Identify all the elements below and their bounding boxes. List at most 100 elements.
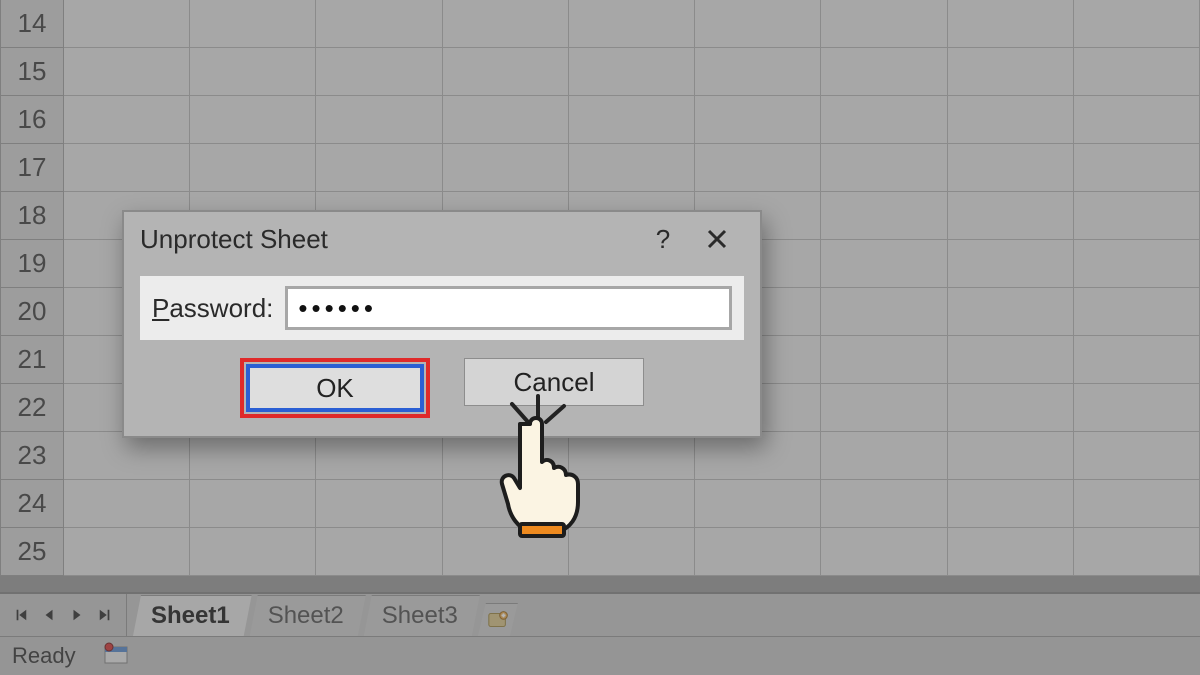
cell[interactable] — [316, 480, 442, 528]
cell[interactable] — [190, 144, 316, 192]
macro-record-icon[interactable] — [102, 641, 130, 671]
cell[interactable] — [1074, 96, 1200, 144]
row-header[interactable]: 18 — [0, 192, 64, 240]
cell[interactable] — [948, 240, 1074, 288]
cell[interactable] — [1074, 528, 1200, 576]
cell[interactable] — [569, 0, 695, 48]
cell[interactable] — [821, 528, 947, 576]
cell[interactable] — [64, 96, 190, 144]
cell[interactable] — [821, 432, 947, 480]
password-input[interactable] — [285, 286, 732, 330]
cell[interactable] — [695, 144, 821, 192]
cell[interactable] — [64, 0, 190, 48]
cell[interactable] — [190, 96, 316, 144]
grid-row: 23 — [0, 432, 1200, 480]
cell[interactable] — [316, 432, 442, 480]
cell[interactable] — [821, 48, 947, 96]
cell[interactable] — [948, 336, 1074, 384]
cell[interactable] — [948, 0, 1074, 48]
cell[interactable] — [1074, 0, 1200, 48]
cell[interactable] — [1074, 480, 1200, 528]
cell[interactable] — [821, 336, 947, 384]
cell[interactable] — [821, 0, 947, 48]
row-header[interactable]: 20 — [0, 288, 64, 336]
cell[interactable] — [948, 384, 1074, 432]
cell[interactable] — [443, 48, 569, 96]
cell[interactable] — [316, 0, 442, 48]
cell[interactable] — [443, 0, 569, 48]
cell[interactable] — [1074, 144, 1200, 192]
cell[interactable] — [64, 144, 190, 192]
row-header[interactable]: 17 — [0, 144, 64, 192]
cell[interactable] — [695, 432, 821, 480]
cell[interactable] — [1074, 336, 1200, 384]
cell[interactable] — [569, 144, 695, 192]
row-header[interactable]: 14 — [0, 0, 64, 48]
sheet-tab-3[interactable]: Sheet3 — [364, 595, 480, 636]
cell[interactable] — [821, 96, 947, 144]
cell[interactable] — [569, 96, 695, 144]
cell[interactable] — [1074, 432, 1200, 480]
sheet-tab-2[interactable]: Sheet2 — [250, 595, 366, 636]
cell[interactable] — [695, 480, 821, 528]
cell[interactable] — [316, 144, 442, 192]
cell[interactable] — [316, 528, 442, 576]
cell[interactable] — [821, 144, 947, 192]
cell[interactable] — [695, 0, 821, 48]
cell[interactable] — [316, 96, 442, 144]
row-header[interactable]: 16 — [0, 96, 64, 144]
sheet-nav-last[interactable] — [92, 600, 118, 630]
dialog-close-button[interactable] — [690, 218, 744, 260]
cell[interactable] — [821, 240, 947, 288]
cell[interactable] — [443, 144, 569, 192]
cell[interactable] — [1074, 384, 1200, 432]
cell[interactable] — [948, 144, 1074, 192]
row-header[interactable]: 22 — [0, 384, 64, 432]
cell[interactable] — [948, 480, 1074, 528]
cell[interactable] — [695, 528, 821, 576]
cell[interactable] — [695, 48, 821, 96]
cell[interactable] — [190, 0, 316, 48]
cell[interactable] — [1074, 288, 1200, 336]
dialog-help-button[interactable]: ? — [636, 218, 690, 260]
row-header[interactable]: 21 — [0, 336, 64, 384]
row-header[interactable]: 25 — [0, 528, 64, 576]
sheet-nav-first[interactable] — [8, 600, 34, 630]
cell[interactable] — [948, 96, 1074, 144]
cell[interactable] — [64, 480, 190, 528]
cell[interactable] — [190, 48, 316, 96]
cell[interactable] — [821, 480, 947, 528]
cell[interactable] — [443, 96, 569, 144]
cell[interactable] — [190, 528, 316, 576]
cell[interactable] — [190, 480, 316, 528]
cell[interactable] — [64, 48, 190, 96]
ok-button[interactable]: OK — [250, 368, 420, 408]
cell[interactable] — [948, 528, 1074, 576]
cell[interactable] — [948, 48, 1074, 96]
cell[interactable] — [64, 528, 190, 576]
cell[interactable] — [948, 192, 1074, 240]
cell[interactable] — [190, 432, 316, 480]
cell[interactable] — [695, 96, 821, 144]
row-header[interactable]: 24 — [0, 480, 64, 528]
cell[interactable] — [948, 432, 1074, 480]
cell[interactable] — [948, 288, 1074, 336]
row-header[interactable]: 19 — [0, 240, 64, 288]
cell[interactable] — [1074, 48, 1200, 96]
cell[interactable] — [821, 384, 947, 432]
cell[interactable] — [821, 192, 947, 240]
cell[interactable] — [821, 288, 947, 336]
row-header[interactable]: 23 — [0, 432, 64, 480]
sheet-nav-prev[interactable] — [36, 600, 62, 630]
cell[interactable] — [1074, 240, 1200, 288]
status-mode: Ready — [12, 643, 76, 669]
new-sheet-button[interactable] — [478, 603, 518, 636]
cell[interactable] — [569, 48, 695, 96]
cell[interactable] — [1074, 192, 1200, 240]
cell[interactable] — [316, 48, 442, 96]
cell[interactable] — [64, 432, 190, 480]
row-header[interactable]: 15 — [0, 48, 64, 96]
dialog-titlebar[interactable]: Unprotect Sheet ? — [124, 212, 760, 266]
sheet-nav-next[interactable] — [64, 600, 90, 630]
sheet-tab-1[interactable]: Sheet1 — [133, 595, 252, 636]
